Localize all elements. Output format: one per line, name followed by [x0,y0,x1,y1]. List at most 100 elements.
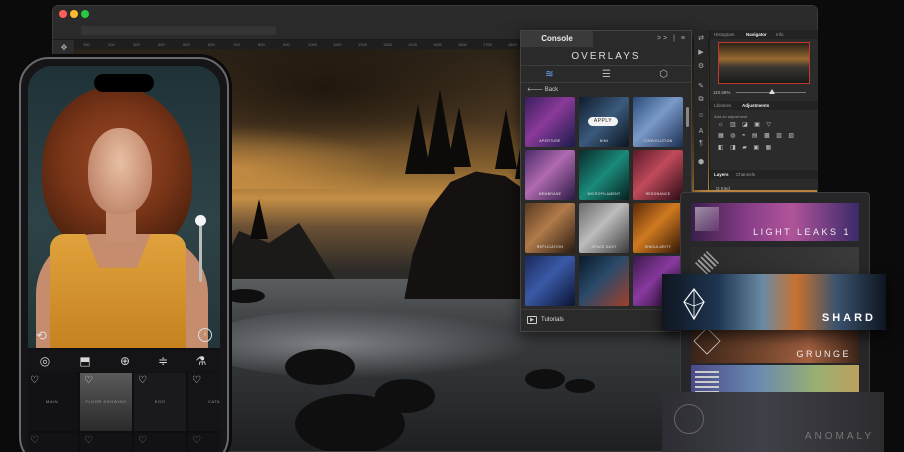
overlay-tile[interactable]: RESONANCE [633,150,683,200]
heart-icon[interactable]: ♡ [138,375,147,386]
console-tab[interactable]: Console [521,31,593,47]
zoom-level[interactable]: 110.58% [713,90,730,95]
add-icon[interactable]: ⊕ [116,354,134,368]
text-icon[interactable]: A [697,128,705,135]
ruler-tick: 1000 [308,42,317,47]
close-window-button[interactable] [59,10,67,18]
foreground-rock [565,379,595,393]
cube-icon[interactable]: ⬢ [697,158,705,166]
ruler-tick: 1100 [333,42,342,47]
stack-icon [695,369,719,393]
overlay-tile[interactable]: NIMI APPLY [579,97,629,147]
ruler-tick: 1400 [408,42,417,47]
gear-icon[interactable]: ⬡ [635,66,692,84]
play-icon: ▶ [527,316,537,324]
right-panels: Histogram Navigator Info 110.58% Librari… [709,30,818,191]
overlay-grid: APERTURE NIMI APPLY CONVOLUTION MEMBRANE MICR… [525,97,685,309]
apply-button[interactable]: APPLY [588,117,618,126]
overlay-tile[interactable] [525,256,575,306]
heart-icon[interactable]: ♡ [30,435,39,446]
ruler-tick: 1500 [433,42,442,47]
overlay-tile[interactable]: MEMBRANE [525,150,575,200]
overlay-tile[interactable]: CONVOLUTION [633,97,683,147]
adjustment-icons-row[interactable]: ◧ ◨ ▰ ▣ ▦ [718,144,774,151]
tab-layers[interactable]: Layers [714,170,729,179]
preset-tile[interactable]: ♡ [134,433,186,452]
info-icon[interactable]: i [198,328,212,342]
overlay-tile[interactable] [579,256,629,306]
preset-tile[interactable]: ♡ EGO [134,373,186,431]
intensity-slider-handle[interactable] [195,215,206,226]
heart-icon[interactable]: ♡ [138,435,147,446]
layer-filter[interactable]: Q Kind [716,186,730,191]
options-field[interactable] [81,26,276,35]
heart-icon[interactable]: ♡ [192,375,201,386]
paragraph-icon[interactable]: ¶ [697,140,705,147]
panel-menu-icon[interactable]: >> | ≡ [657,35,687,42]
preset-tile[interactable]: ♡ MAIN [28,373,78,431]
scrollbar[interactable] [686,107,689,127]
zoom-slider-handle[interactable] [769,89,775,94]
overlay-tile[interactable]: REPLICATION [525,203,575,253]
brush-icon[interactable]: ✎ [697,82,705,90]
overlay-label: REPLICATION [536,245,564,249]
layer-name: LIGHT LEAKS 1 [753,227,851,237]
foreground-rock [295,394,405,451]
sliders-icon[interactable]: ≑ [154,354,172,368]
people-icon[interactable]: ☺ [697,112,705,119]
minimize-window-button[interactable] [70,10,78,18]
properties-icon[interactable]: ⚙ [697,62,705,70]
tab-navigator[interactable]: Navigator [746,30,767,39]
overlay-circles-icon[interactable]: ◎ [36,354,54,368]
navigator-thumbnail[interactable] [718,42,810,84]
heart-icon[interactable]: ♡ [84,375,93,386]
move-icon[interactable]: ✥ [59,44,69,52]
tutorials-link[interactable]: Tutorials [541,317,564,323]
adjustment-icons-row[interactable]: ▦ ◍ ◓ ▤ ▩ ▨ ▧ [718,132,796,139]
foreground-rock [525,369,565,389]
crop-icon[interactable]: ⬒ [76,354,94,368]
history-icon[interactable]: ⇄ [697,34,705,42]
overlay-label: CONVOLUTION [643,139,673,143]
tab-info[interactable]: Info [776,30,784,39]
overlay-label: MICROFILAMENT [587,192,621,196]
overlay-tile[interactable]: MICROFILAMENT [579,150,629,200]
clone-icon[interactable]: ⧉ [697,96,705,104]
intensity-slider-track[interactable] [199,224,202,282]
play-action-icon[interactable]: ▶ [697,48,705,56]
flask-icon[interactable]: ⚗ [192,354,210,368]
anomaly-card[interactable]: ANOMALY [662,392,884,452]
preset-tile[interactable]: ♡ [80,433,132,452]
shard-card[interactable]: SHARD [662,274,886,330]
heart-icon[interactable]: ♡ [30,375,39,386]
layers-icon[interactable]: ≋ [521,66,578,84]
preset-tile[interactable]: ♡ [28,433,78,452]
tab-channels[interactable]: Channels [736,170,755,179]
ruler-tick: 1700 [483,42,492,47]
overlay-tile[interactable]: SPACE DUST [579,203,629,253]
back-label: Back [544,87,559,93]
rotate-icon[interactable]: ⟲ [36,328,47,344]
tab-adjustments[interactable]: Adjustments [742,101,769,110]
portrait-photo[interactable] [28,66,220,348]
layer-card[interactable]: GRUNGE [691,325,859,363]
heart-icon[interactable]: ♡ [84,435,93,446]
overlays-title: OVERLAYS [571,51,641,62]
overlay-tile[interactable]: APERTURE [525,97,575,147]
adjustments-tabs: Libraries Adjustments [710,101,818,110]
ruler-tick: 1600 [458,42,467,47]
layer-card[interactable]: LIGHT LEAKS 1 [691,203,859,241]
tab-histogram[interactable]: Histogram [714,30,735,39]
mesh-icon [695,251,719,275]
adjustment-icons-row[interactable]: ☼ ▥ ◪ ▣ ▽ [718,121,773,128]
preset-tile[interactable]: ♡ [188,433,220,452]
heart-icon[interactable]: ♡ [192,435,201,446]
overlay-tile[interactable]: SINGULARITY [633,203,683,253]
sliders-icon[interactable]: ☰ [578,66,635,84]
overlay-label: RESONANCE [645,192,671,196]
maximize-window-button[interactable] [81,10,89,18]
back-link[interactable]: 🡐 Back [527,85,558,95]
tab-libraries[interactable]: Libraries [714,101,731,110]
preset-tile[interactable]: ♡ FLOOR SHOWING [80,373,132,431]
preset-tile[interactable]: ♡ CATA [188,373,220,431]
